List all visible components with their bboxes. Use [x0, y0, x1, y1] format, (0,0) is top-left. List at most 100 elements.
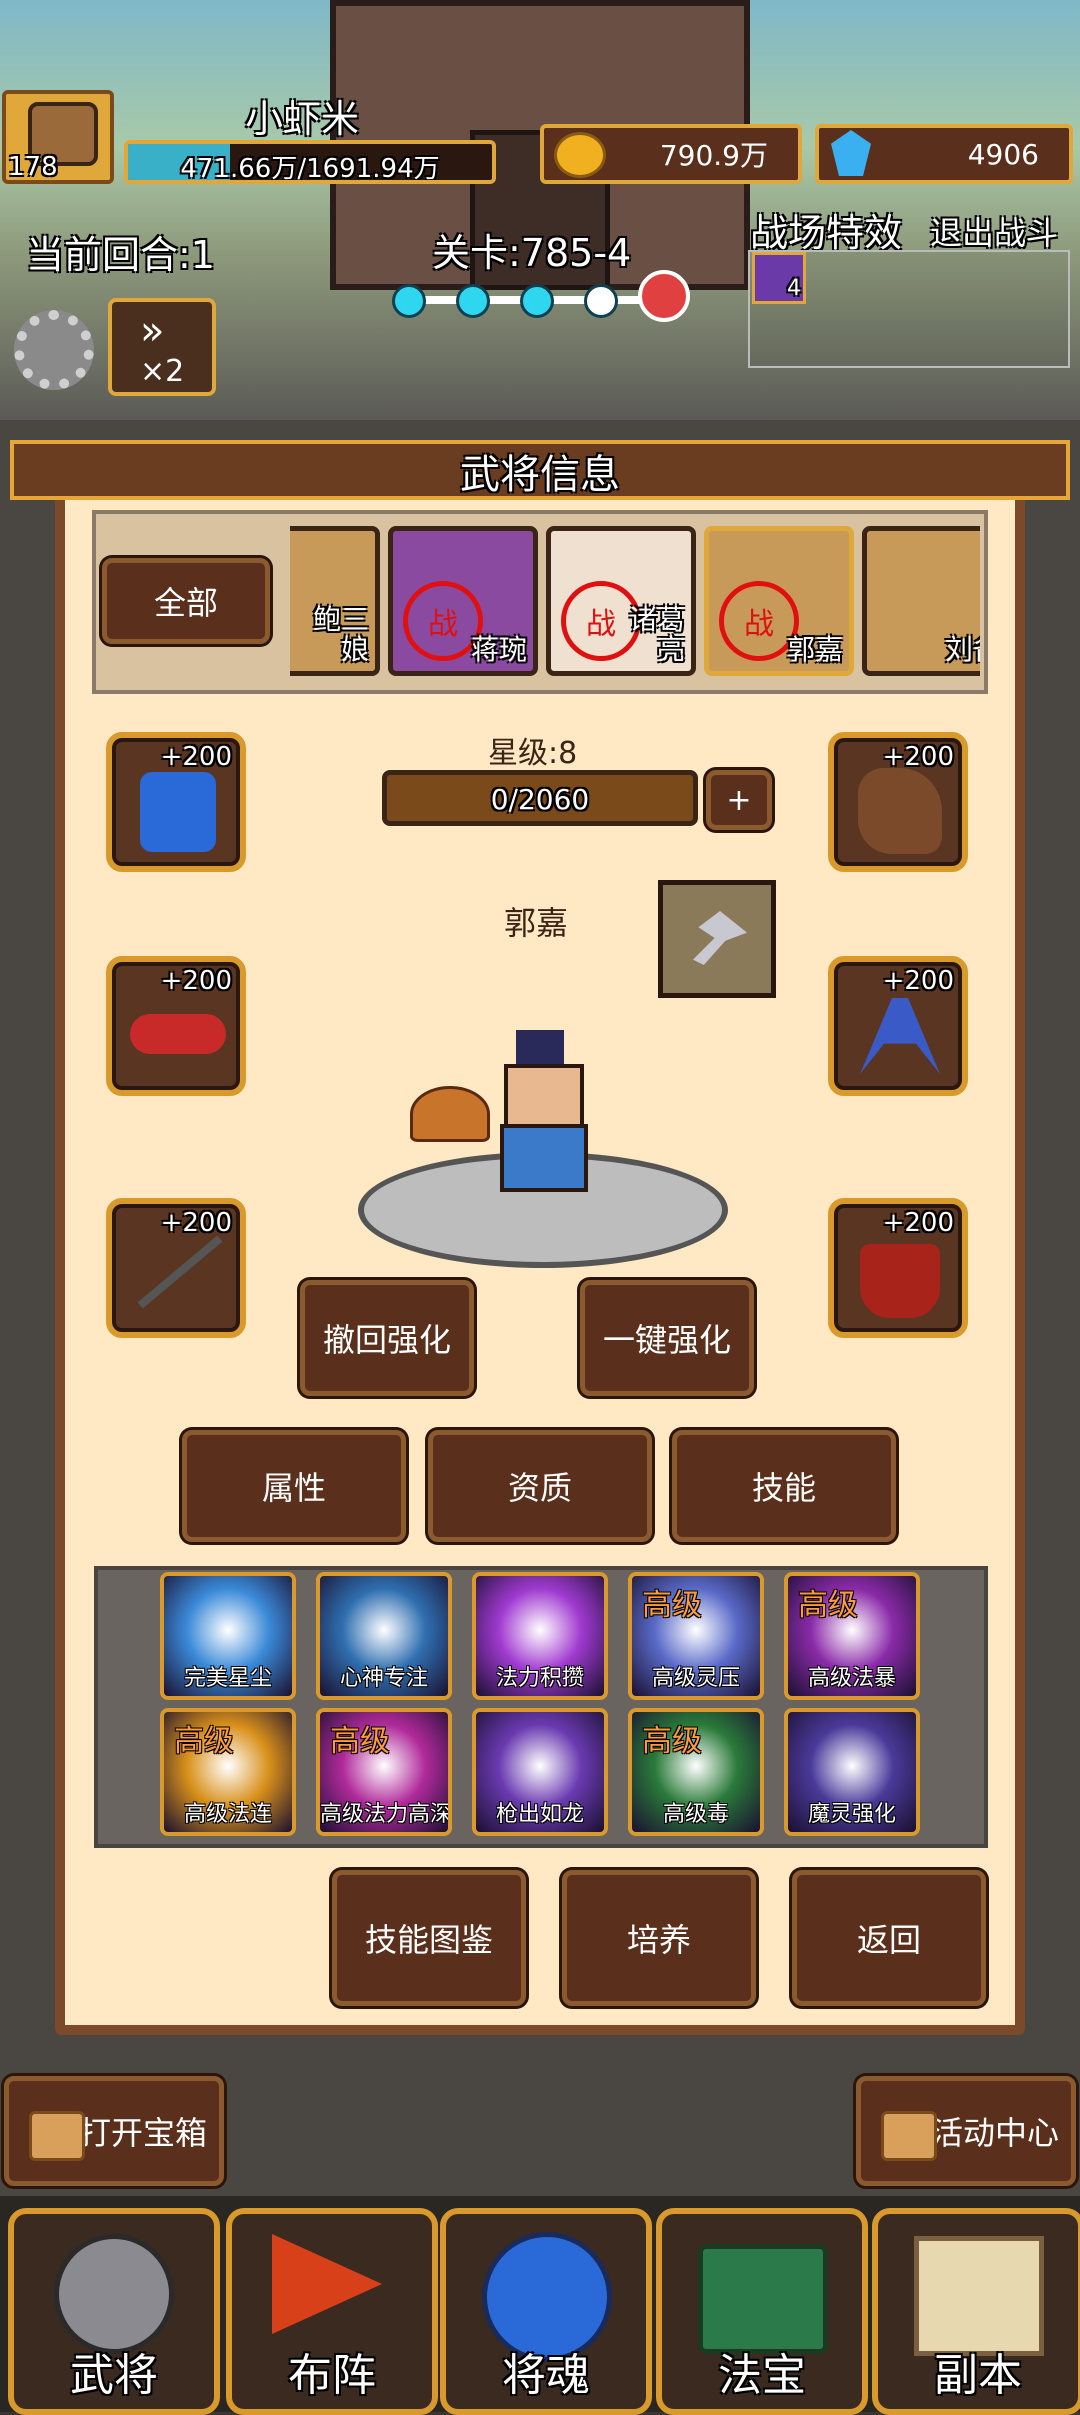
- skill-advanced-tag: 高级: [642, 1724, 702, 1759]
- gem-value: 4906: [967, 137, 1039, 171]
- hero-card-selected[interactable]: 战 郭嘉: [704, 526, 854, 676]
- hero-list: 鲍三 娘 战 蒋琬 战 诸葛 亮 战 郭嘉 刘备: [290, 526, 980, 676]
- skill-advanced-tag: 高级: [174, 1724, 234, 1759]
- open-chest-label: 打开宝箱: [78, 2114, 207, 2152]
- skill-name: 完美星尘: [183, 1666, 272, 1691]
- player-level: 178: [8, 152, 58, 182]
- nav-label: 将魂: [502, 2350, 590, 2401]
- skill-icon[interactable]: 高级 高级法连: [160, 1708, 296, 1836]
- axe-icon: [693, 911, 747, 965]
- belt-icon: [130, 1014, 226, 1054]
- scroll-icon: [914, 2236, 1044, 2356]
- back-button[interactable]: 返回: [792, 1870, 986, 2006]
- skill-icon[interactable]: 完美星尘: [160, 1572, 296, 1700]
- train-button[interactable]: 培养: [562, 1870, 756, 2006]
- horse-icon: [858, 768, 942, 854]
- tab-skills[interactable]: 技能: [672, 1430, 896, 1542]
- stage-label: 关卡:785-4: [432, 231, 632, 275]
- hero-card[interactable]: 战 诸葛 亮: [546, 526, 696, 676]
- tassel-icon: [860, 998, 940, 1074]
- equip-bonus: +200: [882, 1208, 954, 1238]
- equip-spear-slot[interactable]: +200: [106, 1198, 246, 1338]
- hero-card[interactable]: 战 蒋琬: [388, 526, 538, 676]
- event-center-label: 活动中心: [930, 2114, 1059, 2152]
- cauldron-icon: [698, 2244, 828, 2354]
- equip-bonus: +200: [882, 966, 954, 996]
- spear-icon: [137, 1235, 223, 1309]
- revert-enhance-button[interactable]: 撤回强化: [300, 1280, 474, 1396]
- hero-name: 刘备: [944, 633, 980, 666]
- skill-name: 法力积攒: [495, 1666, 584, 1691]
- hero-hat: [516, 1030, 564, 1066]
- weapon-slot[interactable]: [658, 880, 776, 998]
- hero-card[interactable]: 鲍三 娘: [290, 526, 380, 676]
- gem-icon: [831, 130, 871, 176]
- wave-dot: [392, 284, 426, 318]
- nav-formation[interactable]: 布阵: [226, 2208, 438, 2415]
- skill-icon[interactable]: 心神专注: [316, 1572, 452, 1700]
- equip-belt-slot[interactable]: +200: [106, 956, 246, 1096]
- one-key-enhance-button[interactable]: 一键强化: [580, 1280, 754, 1396]
- hero-name: 郭嘉: [786, 633, 843, 666]
- fast-forward-icon: »: [140, 308, 165, 354]
- speed-button[interactable]: » ×2: [108, 298, 216, 396]
- wave-dot: [456, 284, 490, 318]
- speed-value: ×2: [140, 354, 185, 389]
- skill-book-button[interactable]: 技能图鉴: [332, 1870, 526, 2006]
- equip-armor-slot[interactable]: +200: [106, 732, 246, 872]
- gift-icon: [881, 2111, 937, 2161]
- event-center-button[interactable]: 活动中心: [856, 2076, 1076, 2186]
- field-effect-icon[interactable]: 4: [752, 252, 806, 304]
- skill-icon[interactable]: 法力积攒: [472, 1572, 608, 1700]
- skill-icon[interactable]: 魔灵强化: [784, 1708, 920, 1836]
- hero-sprite: [490, 1030, 590, 1192]
- equip-accessory-slot[interactable]: +200: [828, 956, 968, 1096]
- nav-label: 布阵: [288, 2350, 376, 2401]
- nav-generals[interactable]: 武将: [8, 2208, 220, 2415]
- fan-icon: [410, 1086, 490, 1142]
- field-effects-box: 4: [748, 250, 1070, 368]
- equip-boots-slot[interactable]: +200: [828, 1198, 968, 1338]
- equip-bonus: +200: [160, 1208, 232, 1238]
- nav-label: 法宝: [718, 2350, 806, 2401]
- skill-list: 完美星尘 心神专注 法力积攒 高级 高级灵压 高级 高级法暴 高级 高级法连 高级 高级法力高深 枪出…: [160, 1572, 940, 1842]
- stage-progress: [392, 270, 690, 324]
- skill-advanced-tag: 高级: [330, 1724, 390, 1759]
- player-avatar[interactable]: 178: [2, 90, 114, 184]
- field-effects-label: 战场特效: [750, 211, 903, 255]
- hero-card[interactable]: 刘备: [862, 526, 980, 676]
- skill-name: 魔灵强化: [807, 1802, 896, 1827]
- gold-counter[interactable]: 790.9万: [540, 124, 802, 184]
- skill-icon[interactable]: 高级高级法力高深: [316, 1708, 452, 1836]
- tab-aptitude[interactable]: 资质: [428, 1430, 652, 1542]
- skill-name: 心神专注: [339, 1666, 428, 1691]
- nav-dungeon[interactable]: 副本: [872, 2208, 1080, 2415]
- skill-icon[interactable]: 高级 高级灵压: [628, 1572, 764, 1700]
- hero-name: 鲍三 娘: [312, 603, 369, 666]
- equip-bonus: +200: [160, 742, 232, 772]
- filter-all-button[interactable]: 全部: [102, 558, 270, 644]
- skill-icon[interactable]: 高级 高级法暴: [784, 1572, 920, 1700]
- nav-treasure[interactable]: 法宝: [656, 2208, 868, 2415]
- round-counter: 当前回合:1: [26, 233, 215, 277]
- hero-name: 诸葛 亮: [628, 603, 685, 666]
- exit-battle-button[interactable]: 退出战斗: [930, 208, 1058, 254]
- add-star-button[interactable]: +: [706, 770, 772, 830]
- boots-icon: [860, 1244, 940, 1318]
- hp-text: 471.66万/1691.94万: [180, 154, 440, 184]
- effect-count: 4: [787, 276, 801, 301]
- skill-icon[interactable]: 枪出如龙: [472, 1708, 608, 1836]
- gem-counter[interactable]: 4906: [815, 124, 1073, 184]
- skill-advanced-tag: 高级: [798, 1588, 858, 1623]
- chest-icon: [29, 2111, 85, 2161]
- nav-soul[interactable]: 将魂: [440, 2208, 652, 2415]
- exp-text: 0/2060: [490, 783, 590, 816]
- skill-name: 枪出如龙: [495, 1802, 584, 1827]
- skill-icon[interactable]: 高级 高级毒: [628, 1708, 764, 1836]
- settings-gear-icon[interactable]: [14, 310, 94, 390]
- equip-mount-slot[interactable]: +200: [828, 732, 968, 872]
- tab-attributes[interactable]: 属性: [182, 1430, 406, 1542]
- skill-name: 高级法力高深: [320, 1802, 452, 1827]
- wave-dot: [584, 284, 618, 318]
- open-chest-button[interactable]: 打开宝箱: [4, 2076, 224, 2186]
